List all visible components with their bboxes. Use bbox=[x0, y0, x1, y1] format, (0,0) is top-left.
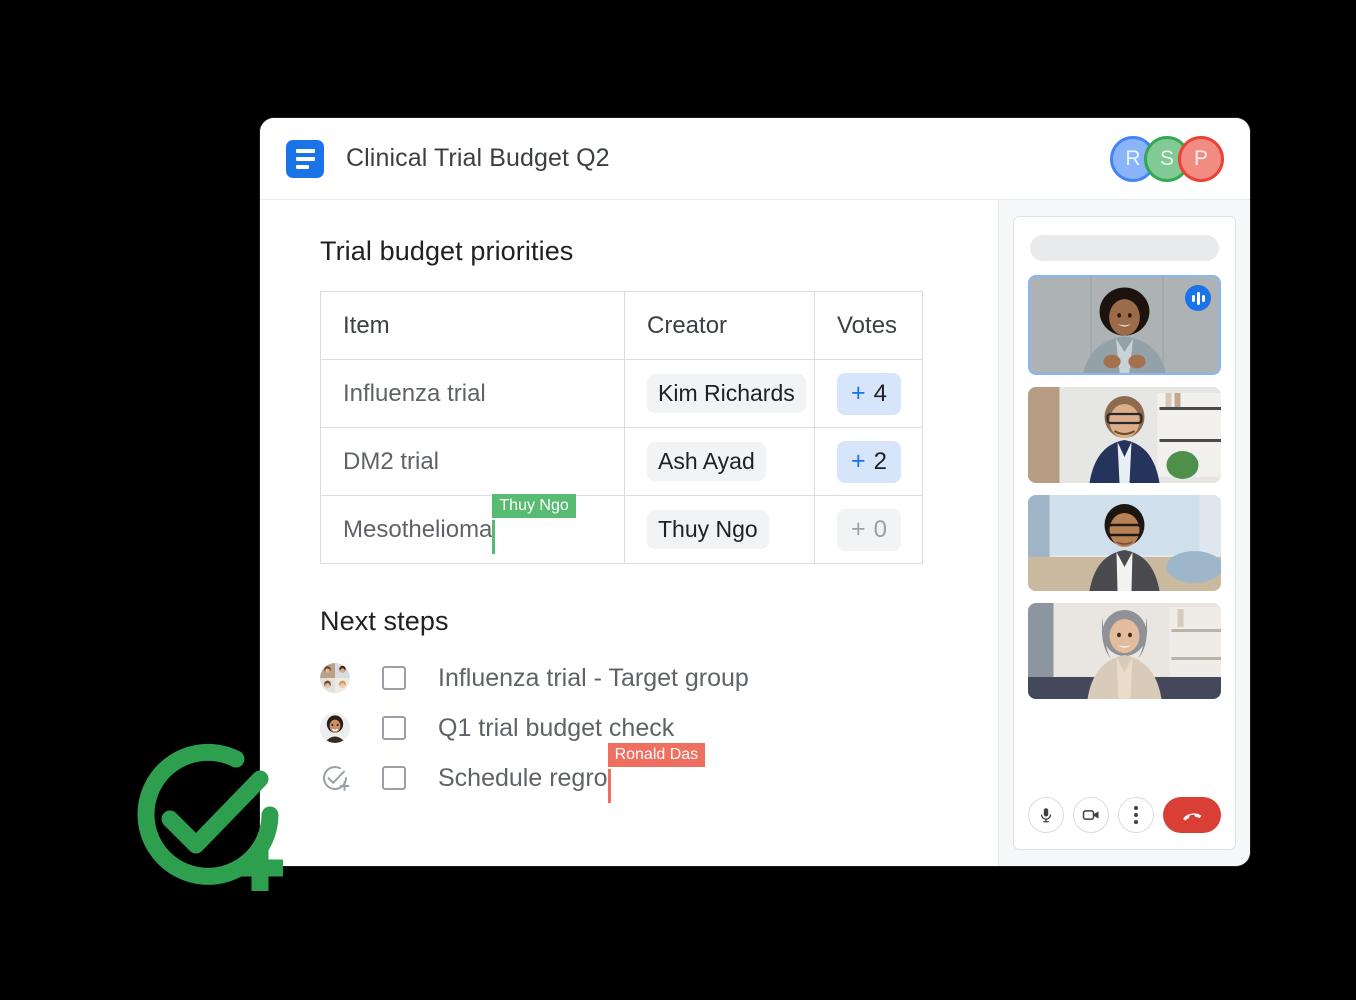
list-item[interactable]: Influenza trial - Target group bbox=[320, 653, 958, 703]
dot-2 bbox=[1134, 813, 1138, 817]
camera-button[interactable] bbox=[1073, 797, 1109, 833]
assign-task-badge bbox=[132, 737, 292, 902]
document-title[interactable]: Clinical Trial Budget Q2 bbox=[346, 144, 610, 173]
cell-creator-2[interactable]: Ash Ayad bbox=[624, 427, 815, 496]
wave-bar-3 bbox=[1201, 294, 1205, 302]
creator-chip[interactable]: Ash Ayad bbox=[647, 442, 766, 481]
docs-icon[interactable] bbox=[286, 139, 324, 178]
app-header: Clinical Trial Budget Q2 R S P bbox=[260, 118, 1250, 200]
search-placeholder-bar[interactable] bbox=[1030, 235, 1219, 261]
participant-tile-1[interactable] bbox=[1028, 275, 1221, 375]
participant-tile-3[interactable] bbox=[1028, 495, 1221, 591]
meet-card bbox=[1013, 216, 1236, 850]
creator-chip[interactable]: Thuy Ngo bbox=[647, 510, 769, 549]
vote-count: 0 bbox=[873, 515, 887, 543]
column-header-votes: Votes bbox=[814, 291, 923, 360]
collab-cursor-label: Ronald Das bbox=[607, 742, 706, 768]
table-row[interactable]: Influenza trial Kim Richards + 4 bbox=[320, 359, 923, 428]
cell-votes-1[interactable]: + 4 bbox=[814, 359, 923, 428]
window-body: Trial budget priorities Item Creator Vot… bbox=[260, 200, 1250, 866]
column-header-creator: Creator bbox=[624, 291, 815, 360]
meet-controls bbox=[1028, 785, 1221, 849]
end-call-button[interactable] bbox=[1163, 797, 1221, 833]
checkbox[interactable] bbox=[382, 766, 406, 790]
vote-chip[interactable]: + 4 bbox=[837, 372, 901, 415]
collab-cursor-label: Thuy Ngo bbox=[492, 493, 576, 519]
list-item-label: Schedule regro Ronald Das bbox=[438, 742, 706, 803]
vote-plus-icon: + bbox=[851, 447, 866, 475]
checkbox[interactable] bbox=[382, 716, 406, 740]
list-item-label: Q1 trial budget check bbox=[438, 713, 675, 742]
table-header-row: Item Creator Votes bbox=[320, 291, 923, 360]
participant-tile-4[interactable] bbox=[1028, 603, 1221, 699]
cell-creator-1[interactable]: Kim Richards bbox=[624, 359, 815, 428]
cell-item-3[interactable]: Mesothelioma Thuy Ngo bbox=[320, 493, 625, 564]
avatar-p-initial: P bbox=[1193, 146, 1208, 170]
vote-plus-icon: + bbox=[851, 515, 866, 543]
participant-tile-2[interactable] bbox=[1028, 387, 1221, 483]
collab-caret bbox=[492, 519, 496, 554]
table-row[interactable]: Mesothelioma Thuy Ngo Thuy Ngo + 0 bbox=[320, 493, 923, 564]
docs-icon-line-1 bbox=[295, 148, 315, 153]
checkbox[interactable] bbox=[382, 666, 406, 690]
docs-icon-line-2 bbox=[295, 156, 315, 161]
vote-chip[interactable]: + 0 bbox=[837, 508, 901, 551]
cell-votes-3[interactable]: + 0 bbox=[814, 495, 923, 564]
phone-hangup-icon bbox=[1183, 813, 1202, 821]
column-header-item: Item bbox=[320, 291, 625, 360]
cell-item-3-text: Mesothelioma bbox=[343, 515, 493, 543]
app-window: Clinical Trial Budget Q2 R S P Trial bud… bbox=[260, 118, 1250, 866]
page-title-next-steps: Next steps bbox=[320, 606, 449, 636]
group-avatar-stack-icon bbox=[320, 663, 350, 693]
list-item[interactable]: Schedule regro Ronald Das bbox=[320, 742, 958, 803]
audio-wave-icon bbox=[1185, 285, 1211, 311]
cell-creator-3[interactable]: Thuy Ngo bbox=[624, 495, 815, 564]
collaborator-avatars: R S P bbox=[1110, 135, 1224, 182]
dot-3 bbox=[1134, 820, 1138, 824]
vote-count: 2 bbox=[873, 447, 887, 475]
vote-chip[interactable]: + 2 bbox=[837, 440, 901, 483]
video-camera-icon bbox=[1082, 810, 1099, 820]
vote-count: 4 bbox=[873, 379, 887, 407]
microphone-button[interactable] bbox=[1028, 797, 1064, 833]
avatar-p[interactable]: P bbox=[1178, 135, 1224, 182]
list-item-label: Influenza trial - Target group bbox=[438, 663, 749, 692]
cell-votes-2[interactable]: + 2 bbox=[814, 427, 923, 496]
docs-icon-line-3 bbox=[295, 164, 309, 169]
assign-task-icon[interactable] bbox=[320, 763, 350, 793]
cell-item-1[interactable]: Influenza trial bbox=[320, 359, 625, 428]
avatar-s-initial: S bbox=[1159, 146, 1174, 170]
creator-chip[interactable]: Kim Richards bbox=[647, 374, 806, 413]
priorities-table: Item Creator Votes Influenza trial Kim R… bbox=[320, 291, 923, 564]
meet-sidebar bbox=[998, 200, 1250, 866]
wave-bar-2 bbox=[1196, 291, 1200, 305]
more-options-button[interactable] bbox=[1118, 797, 1154, 833]
avatar-r-initial: R bbox=[1125, 146, 1141, 170]
microphone-icon bbox=[1040, 808, 1052, 823]
screenshot-stage: Clinical Trial Budget Q2 R S P Trial bud… bbox=[0, 0, 1356, 1000]
collab-caret bbox=[607, 768, 611, 803]
dot-1 bbox=[1134, 806, 1138, 810]
wave-bar-1 bbox=[1191, 294, 1195, 302]
list-item-3-text: Schedule regro bbox=[438, 763, 608, 792]
document-pane[interactable]: Trial budget priorities Item Creator Vot… bbox=[260, 200, 998, 866]
vote-plus-icon: + bbox=[851, 379, 866, 407]
page-title-priorities: Trial budget priorities bbox=[320, 236, 574, 266]
single-avatar-icon bbox=[320, 713, 350, 743]
table-row[interactable]: DM2 trial Ash Ayad + 2 bbox=[320, 427, 923, 496]
cell-item-2[interactable]: DM2 trial bbox=[320, 427, 625, 496]
